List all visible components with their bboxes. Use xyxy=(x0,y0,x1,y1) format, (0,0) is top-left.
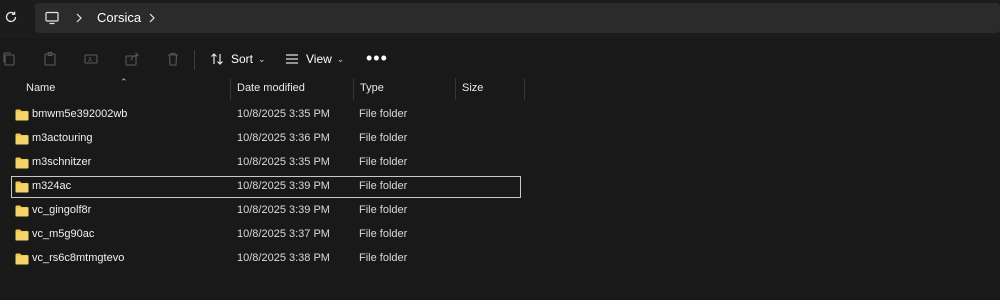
view-icon xyxy=(286,54,298,64)
toolbar-divider xyxy=(194,50,195,70)
address-row: Corsica xyxy=(0,0,1000,38)
file-explorer-window: Corsica A Sort ⌄ View ⌄ ••• ⌃ Name Date … xyxy=(0,0,1000,300)
column-header-size[interactable]: Size xyxy=(462,82,483,94)
file-type: File folder xyxy=(359,156,408,168)
list-item[interactable]: m3actouring 10/8/2025 3:36 PM File folde… xyxy=(12,129,520,149)
see-more-button[interactable]: ••• xyxy=(366,49,388,67)
list-item[interactable]: m3schnitzer 10/8/2025 3:35 PM File folde… xyxy=(12,153,520,173)
command-bar: A Sort ⌄ View ⌄ ••• xyxy=(0,38,1000,80)
folder-icon xyxy=(15,133,29,145)
file-date: 10/8/2025 3:38 PM xyxy=(237,252,330,264)
file-type: File folder xyxy=(359,180,408,192)
delete-icon[interactable] xyxy=(164,50,182,68)
file-date: 10/8/2025 3:36 PM xyxy=(237,132,330,144)
file-name: vc_gingolf8r xyxy=(32,204,92,216)
chevron-down-icon: ⌄ xyxy=(336,53,345,64)
refresh-icon[interactable] xyxy=(2,8,20,26)
copy-icon[interactable] xyxy=(0,50,18,68)
file-name: m3schnitzer xyxy=(32,156,92,168)
chevron-down-icon: ⌄ xyxy=(258,53,266,64)
sort-button[interactable]: Sort ⌄ xyxy=(209,48,266,70)
paste-icon[interactable] xyxy=(41,50,59,68)
folder-icon xyxy=(15,205,29,217)
column-header-row: ⌃ Name Date modified Type Size xyxy=(0,77,1000,100)
list-item-selected[interactable]: m324ac 10/8/2025 3:39 PM File folder xyxy=(11,176,521,198)
view-label: View xyxy=(306,52,332,66)
list-item[interactable]: bmwm5e392002wb 10/8/2025 3:35 PM File fo… xyxy=(12,105,520,125)
file-type: File folder xyxy=(359,228,408,240)
address-bar[interactable]: Corsica xyxy=(35,3,1000,33)
folder-icon xyxy=(15,181,29,193)
list-item[interactable]: vc_m5g90ac 10/8/2025 3:37 PM File folder xyxy=(12,225,520,245)
file-date: 10/8/2025 3:39 PM xyxy=(237,180,330,192)
file-name: vc_m5g90ac xyxy=(32,228,95,240)
file-type: File folder xyxy=(359,132,408,144)
list-item[interactable]: vc_rs6c8mtmgtevo 10/8/2025 3:38 PM File … xyxy=(12,249,520,269)
column-header-name[interactable]: Name xyxy=(26,82,55,94)
column-header-type[interactable]: Type xyxy=(360,82,384,94)
chevron-right-icon[interactable] xyxy=(73,10,85,26)
sort-ascending-icon: ⌃ xyxy=(120,77,128,87)
column-divider[interactable] xyxy=(353,78,354,100)
folder-icon xyxy=(15,229,29,241)
file-name: bmwm5e392002wb xyxy=(32,108,128,120)
rename-icon[interactable]: A xyxy=(82,50,100,68)
column-header-date[interactable]: Date modified xyxy=(237,82,305,94)
file-type: File folder xyxy=(359,108,408,120)
chevron-right-icon[interactable] xyxy=(146,10,158,26)
column-divider[interactable] xyxy=(524,78,525,100)
file-name: vc_rs6c8mtmgtevo xyxy=(32,252,125,264)
computer-icon xyxy=(44,10,60,26)
folder-icon xyxy=(15,109,29,121)
file-date: 10/8/2025 3:39 PM xyxy=(237,204,330,216)
folder-icon xyxy=(15,157,29,169)
sort-icon xyxy=(211,53,223,65)
view-button[interactable]: View ⌄ xyxy=(284,48,344,70)
file-type: File folder xyxy=(359,204,408,216)
file-type: File folder xyxy=(359,252,408,264)
list-item[interactable]: vc_gingolf8r 10/8/2025 3:39 PM File fold… xyxy=(12,201,520,221)
column-divider[interactable] xyxy=(455,78,456,100)
share-icon[interactable] xyxy=(123,50,141,68)
file-date: 10/8/2025 3:37 PM xyxy=(237,228,330,240)
folder-icon xyxy=(15,253,29,265)
file-name: m3actouring xyxy=(32,132,93,144)
breadcrumb-location[interactable]: Corsica xyxy=(97,10,141,26)
column-divider[interactable] xyxy=(230,78,231,100)
file-name: m324ac xyxy=(32,180,72,192)
sort-label: Sort xyxy=(231,52,254,66)
file-date: 10/8/2025 3:35 PM xyxy=(237,156,330,168)
file-date: 10/8/2025 3:35 PM xyxy=(237,108,330,120)
